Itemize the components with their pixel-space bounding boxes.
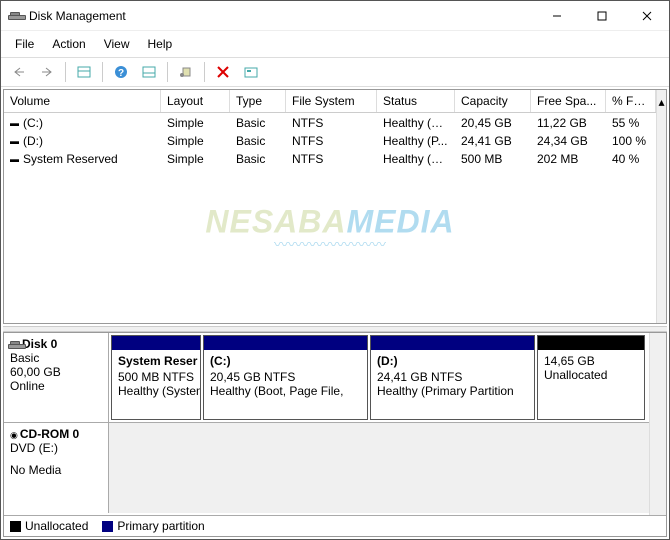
diskmap-scrollbar[interactable] (649, 333, 666, 515)
watermark: NESABAMEDIA 〰〰〰〰〰〰〰〰 (205, 203, 454, 254)
maximize-button[interactable] (579, 1, 624, 30)
disk-state: Online (10, 379, 102, 393)
volume-row[interactable]: ▬System ReservedSimpleBasicNTFSHealthy (… (4, 150, 656, 168)
disk-map: Disk 0 Basic 60,00 GB Online System Rese… (3, 332, 667, 537)
disk-type: Basic (10, 351, 102, 365)
disk-0-info[interactable]: Disk 0 Basic 60,00 GB Online (4, 333, 109, 422)
disk-0-partitions: System Reser500 MB NTFSHealthy (System(C… (109, 333, 649, 422)
cdrom-icon: ◉ (10, 430, 18, 441)
settings-button[interactable] (174, 61, 198, 83)
titlebar: Disk Management (1, 1, 669, 31)
cdrom-state: No Media (10, 463, 102, 477)
volume-icon: ▬ (10, 118, 19, 128)
legend-unallocated: Unallocated (25, 519, 88, 533)
menu-file[interactable]: File (7, 33, 42, 55)
delete-button[interactable] (211, 61, 235, 83)
col-pctfree[interactable]: % Free (606, 90, 656, 112)
volume-icon: ▬ (10, 154, 19, 164)
view-top-button[interactable] (72, 61, 96, 83)
menu-help[interactable]: Help (140, 33, 181, 55)
partition[interactable]: System Reser500 MB NTFSHealthy (System (111, 335, 201, 420)
properties-button[interactable] (239, 61, 263, 83)
app-icon (7, 8, 23, 24)
forward-button[interactable] (35, 61, 59, 83)
col-capacity[interactable]: Capacity (455, 90, 531, 112)
volume-row[interactable]: ▬(D:)SimpleBasicNTFSHealthy (P...24,41 G… (4, 132, 656, 150)
vscroll-up[interactable]: ▴ (656, 90, 666, 114)
partition[interactable]: (C:)20,45 GB NTFSHealthy (Boot, Page Fil… (203, 335, 368, 420)
disk-size: 60,00 GB (10, 365, 102, 379)
menu-action[interactable]: Action (44, 33, 93, 55)
disk-0-row: Disk 0 Basic 60,00 GB Online System Rese… (4, 333, 649, 423)
col-layout[interactable]: Layout (161, 90, 230, 112)
col-filesystem[interactable]: File System (286, 90, 377, 112)
disk-management-window: Disk Management File Action View Help ? … (0, 0, 670, 540)
back-button[interactable] (7, 61, 31, 83)
partition-unallocated[interactable]: 14,65 GBUnallocated (537, 335, 645, 420)
col-volume[interactable]: Volume (4, 90, 161, 112)
help-button[interactable]: ? (109, 61, 133, 83)
legend-primary-icon (102, 521, 113, 532)
col-status[interactable]: Status (377, 90, 455, 112)
window-title: Disk Management (29, 9, 534, 23)
cdrom-empty-area (109, 423, 649, 513)
disk-icon (10, 340, 20, 350)
toolbar: ? (1, 58, 669, 87)
legend: Unallocated Primary partition (4, 515, 666, 536)
cdrom-sub: DVD (E:) (10, 441, 102, 455)
legend-primary: Primary partition (117, 519, 204, 533)
volume-row[interactable]: ▬(C:)SimpleBasicNTFSHealthy (B...20,45 G… (4, 114, 656, 132)
col-type[interactable]: Type (230, 90, 286, 112)
cdrom-row: ◉CD-ROM 0 DVD (E:) No Media (4, 423, 649, 513)
volume-icon: ▬ (10, 136, 19, 146)
volume-list-body[interactable]: ▬(C:)SimpleBasicNTFSHealthy (B...20,45 G… (4, 114, 666, 323)
col-freespace[interactable]: Free Spa... (531, 90, 606, 112)
volume-list-header: Volume Layout Type File System Status Ca… (4, 90, 656, 113)
partition[interactable]: (D:)24,41 GB NTFSHealthy (Primary Partit… (370, 335, 535, 420)
menu-view[interactable]: View (96, 33, 138, 55)
menubar: File Action View Help (1, 31, 669, 58)
close-button[interactable] (624, 1, 669, 30)
view-bottom-button[interactable] (137, 61, 161, 83)
volume-list: Volume Layout Type File System Status Ca… (3, 89, 667, 324)
cdrom-info[interactable]: ◉CD-ROM 0 DVD (E:) No Media (4, 423, 109, 513)
volume-scrollbar[interactable] (656, 114, 666, 323)
svg-text:?: ? (118, 68, 124, 79)
legend-unallocated-icon (10, 521, 21, 532)
minimize-button[interactable] (534, 1, 579, 30)
